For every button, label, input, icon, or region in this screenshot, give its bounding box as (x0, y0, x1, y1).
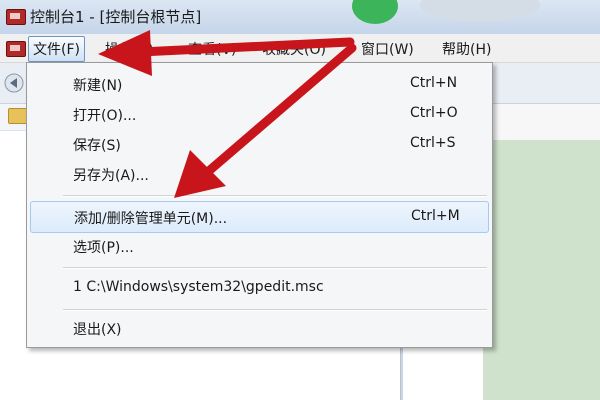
menu-item-label: 保存(S) (73, 138, 121, 154)
file-menu-dropdown: 新建(N) Ctrl+N 打开(O)... Ctrl+O 保存(S) Ctrl+… (26, 62, 493, 348)
menu-item-shortcut: Ctrl+O (410, 105, 458, 121)
menu-item-shortcut: Ctrl+S (410, 135, 456, 151)
menu-separator (63, 309, 487, 311)
menu-favorites[interactable]: 收藏夹(O) (262, 39, 326, 59)
menu-view[interactable]: 查看(V) (188, 39, 237, 59)
actions-pane (483, 140, 600, 400)
back-arrow-icon[interactable] (4, 73, 24, 93)
menu-item-label: 退出(X) (73, 322, 122, 338)
blurred-area (420, 0, 540, 22)
menu-separator (63, 195, 487, 197)
folder-icon[interactable] (8, 108, 28, 124)
console-app-icon[interactable] (6, 41, 26, 57)
menu-action[interactable]: 操作(A) (105, 39, 154, 59)
menu-item-options[interactable]: 选项(P)... (27, 231, 492, 261)
window-title: 控制台1 - [控制台根节点] (30, 8, 202, 26)
menu-item-label: 打开(O)... (73, 108, 137, 124)
menu-item-shortcut: Ctrl+M (411, 208, 460, 224)
menu-item-new[interactable]: 新建(N) Ctrl+N (27, 69, 492, 99)
menu-item-recent-file[interactable]: 1 C:\Windows\system32\gpedit.msc (27, 273, 492, 303)
menu-separator (63, 267, 487, 269)
menu-bar: 文件(F) 操作(A) 查看(V) 收藏夹(O) 窗口(W) 帮助(H) (0, 34, 600, 63)
menu-window[interactable]: 窗口(W) (361, 39, 414, 59)
menu-item-label: 另存为(A)... (73, 168, 149, 184)
menu-help[interactable]: 帮助(H) (442, 39, 491, 59)
menu-item-open[interactable]: 打开(O)... Ctrl+O (27, 99, 492, 129)
console-app-icon (6, 9, 26, 25)
menu-item-exit[interactable]: 退出(X) (27, 313, 492, 343)
title-bar: 控制台1 - [控制台根节点] (0, 0, 600, 34)
menu-item-label: 新建(N) (73, 78, 123, 94)
menu-item-label: 1 C:\Windows\system32\gpedit.msc (73, 279, 324, 295)
menu-file[interactable]: 文件(F) (28, 36, 85, 62)
menu-item-label: 添加/删除管理单元(M)... (74, 211, 228, 227)
menu-item-label: 选项(P)... (73, 240, 134, 256)
menu-item-save[interactable]: 保存(S) Ctrl+S (27, 129, 492, 159)
menu-item-shortcut: Ctrl+N (410, 75, 458, 91)
blurred-green-button (352, 0, 398, 24)
menu-item-add-remove-snapin[interactable]: 添加/删除管理单元(M)... Ctrl+M (30, 201, 489, 233)
menu-item-save-as[interactable]: 另存为(A)... (27, 159, 492, 189)
